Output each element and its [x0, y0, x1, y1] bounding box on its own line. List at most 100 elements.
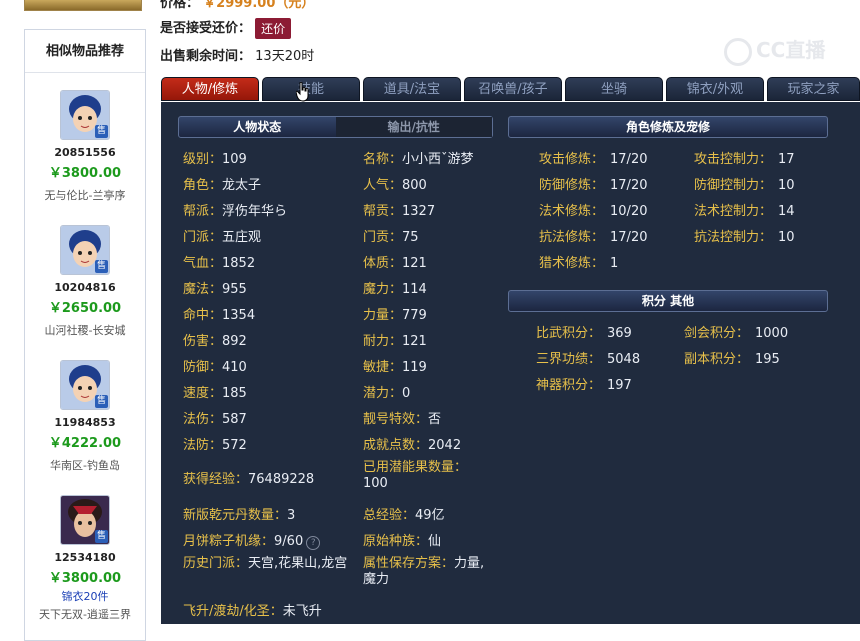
tab-character-status[interactable]: 人物状态	[179, 117, 336, 137]
stat-row: 体质：121	[363, 256, 427, 271]
item-server: 天下无双-逍遥三界	[39, 608, 131, 621]
cultivation-row: 猎术修炼： 1	[539, 256, 619, 271]
stat-row: 命中：1354	[183, 308, 256, 323]
total-exp-row: 总经验：49亿	[363, 508, 445, 523]
history-sect-row: 历史门派：天宫,花果山,龙宫	[183, 556, 348, 571]
stat-row: 伤害：892	[183, 334, 247, 349]
counter-offer-line: 是否接受还价： 还价	[160, 17, 292, 39]
item-price: ￥2650.00	[48, 301, 122, 316]
cultivation-row: 防御修炼： 17/20	[539, 178, 648, 193]
time-left-value: 13天20时	[255, 49, 315, 64]
cultivation-row: 抗法修炼： 17/20	[539, 230, 648, 245]
similar-item-card[interactable]: 售 10204816 ￥2650.00 山河社稷-长安城	[25, 225, 145, 338]
exp-row: 获得经验：76489228	[183, 472, 315, 487]
yuandan-row: 新版乾元丹数量：3	[183, 508, 296, 523]
stat-row: 法防：572	[183, 438, 247, 453]
similar-item-card[interactable]: 售 12534180 ￥3800.00 锦衣20件 天下无双-逍遥三界	[25, 495, 145, 622]
tab-items-treasures[interactable]: 道具/法宝	[363, 77, 461, 101]
stat-row: 门贡：75	[363, 230, 419, 245]
sold-badge: 售	[95, 125, 108, 138]
stat-row: 人气：800	[363, 178, 427, 193]
stat-row: 名称：小小西ˇ游梦	[363, 152, 474, 167]
detail-tabs: 人物/修炼 技能 道具/法宝 召唤兽/孩子 坐骑 锦衣/外观 玩家之家	[161, 77, 860, 102]
stat-row: 级别：109	[183, 152, 247, 167]
character-avatar[interactable]: 售	[60, 360, 110, 410]
control-row: 法术控制力： 14	[694, 204, 795, 219]
stat-row: 防御：410	[183, 360, 247, 375]
points-row: 神器积分： 197	[536, 378, 632, 393]
similar-item-card[interactable]: 售 20851556 ￥3800.00 无与伦比-兰亭序	[25, 90, 145, 203]
sold-badge: 售	[95, 530, 108, 543]
attr-plan-row: 属性保存方案：力量,魔力	[363, 556, 485, 587]
price-label: 价格：	[160, 0, 200, 11]
item-id[interactable]: 10204816	[25, 281, 145, 294]
stat-row: 魔法：955	[183, 282, 247, 297]
ascend-row: 飞升/渡劫/化圣：未飞升	[183, 604, 322, 619]
watermark-logo: CC直播	[724, 34, 825, 66]
control-row: 抗法控制力： 10	[694, 230, 795, 245]
item-server: 山河社稷-长安城	[44, 324, 126, 337]
points-row: 三界功绩： 5048	[536, 352, 641, 367]
stat-row: 速度：185	[183, 386, 247, 401]
stat-row: 成就点数：2042	[363, 438, 462, 453]
item-thumbnail	[24, 0, 142, 11]
character-detail-panel: 人物状态 输出/抗性 级别：109 角色：龙太子 帮派：浮伤年华ら 门派：五庄观…	[161, 102, 860, 624]
time-left-line: 出售剩余时间： 13天20时	[160, 45, 314, 64]
tab-mounts[interactable]: 坐骑	[565, 77, 663, 101]
item-server: 华南区-钓鱼岛	[50, 459, 120, 472]
stat-row: 敏捷：119	[363, 360, 427, 375]
time-left-label: 出售剩余时间：	[160, 49, 252, 64]
stat-row: 帮派：浮伤年华ら	[183, 204, 288, 219]
sold-badge: 售	[95, 260, 108, 273]
mouse-cursor-icon	[296, 82, 309, 102]
sidebar-title: 相似物品推荐	[25, 30, 145, 73]
counter-offer-label: 是否接受还价：	[160, 21, 252, 36]
stat-row: 门派：五庄观	[183, 230, 262, 245]
points-section-header: 积分 其他	[508, 290, 828, 312]
item-id[interactable]: 12534180	[25, 551, 145, 564]
character-avatar[interactable]: 售	[60, 225, 110, 275]
help-icon[interactable]: ?	[306, 536, 321, 550]
similar-item-card[interactable]: 售 11984853 ￥4222.00 华南区-钓鱼岛	[25, 360, 145, 473]
cultivation-row: 法术修炼： 10/20	[539, 204, 648, 219]
stat-row: 帮贡：1327	[363, 204, 436, 219]
item-server: 无与伦比-兰亭序	[44, 189, 126, 202]
character-section-header: 人物状态 输出/抗性	[178, 116, 493, 138]
item-price: ￥3800.00	[48, 571, 122, 586]
sold-badge: 售	[95, 395, 108, 408]
stat-row: 靓号特效：否	[363, 412, 442, 427]
item-price: ￥3800.00	[48, 166, 122, 181]
stat-row: 力量：779	[363, 308, 427, 323]
counter-offer-button[interactable]: 还价	[255, 18, 292, 39]
potential-fruit-row: 已用潜能果数量： 100	[363, 460, 468, 491]
stat-row: 气血：1852	[183, 256, 256, 271]
tab-player-home[interactable]: 玩家之家	[767, 77, 860, 101]
points-row: 副本积分： 195	[684, 352, 780, 367]
stat-row: 法伤：587	[183, 412, 247, 427]
cultivation-row: 攻击修炼： 17/20	[539, 152, 648, 167]
tab-output-resistance[interactable]: 输出/抗性	[335, 117, 492, 137]
control-row: 攻击控制力： 17	[694, 152, 795, 167]
tab-character-cultivation[interactable]: 人物/修炼	[161, 77, 259, 101]
similar-items-sidebar: 相似物品推荐 售 20851556 ￥3800.00 无与伦比-兰亭序 售 10…	[24, 29, 146, 641]
tab-skills[interactable]: 技能	[262, 77, 360, 101]
stat-row: 潜力：0	[363, 386, 411, 401]
item-price: ￥4222.00	[48, 436, 122, 451]
price-value: ￥2999.00（元）	[203, 0, 315, 11]
tab-summons-children[interactable]: 召唤兽/孩子	[464, 77, 562, 101]
points-row: 比武积分： 369	[536, 326, 632, 341]
tab-outfits[interactable]: 锦衣/外观	[666, 77, 764, 101]
item-extra[interactable]: 锦衣20件	[25, 588, 145, 604]
stat-row: 耐力：121	[363, 334, 427, 349]
price-line: 价格： ￥2999.00（元）	[160, 0, 314, 11]
item-id[interactable]: 11984853	[25, 416, 145, 429]
item-id[interactable]: 20851556	[25, 146, 145, 159]
character-avatar[interactable]: 售	[60, 495, 110, 545]
cultivation-section-header: 角色修炼及宠修	[508, 116, 828, 138]
control-row: 防御控制力： 10	[694, 178, 795, 193]
points-row: 剑会积分： 1000	[684, 326, 789, 341]
character-avatar[interactable]: 售	[60, 90, 110, 140]
stat-row: 魔力：114	[363, 282, 427, 297]
race-row: 原始种族：仙	[363, 534, 442, 549]
stat-row: 角色：龙太子	[183, 178, 262, 193]
